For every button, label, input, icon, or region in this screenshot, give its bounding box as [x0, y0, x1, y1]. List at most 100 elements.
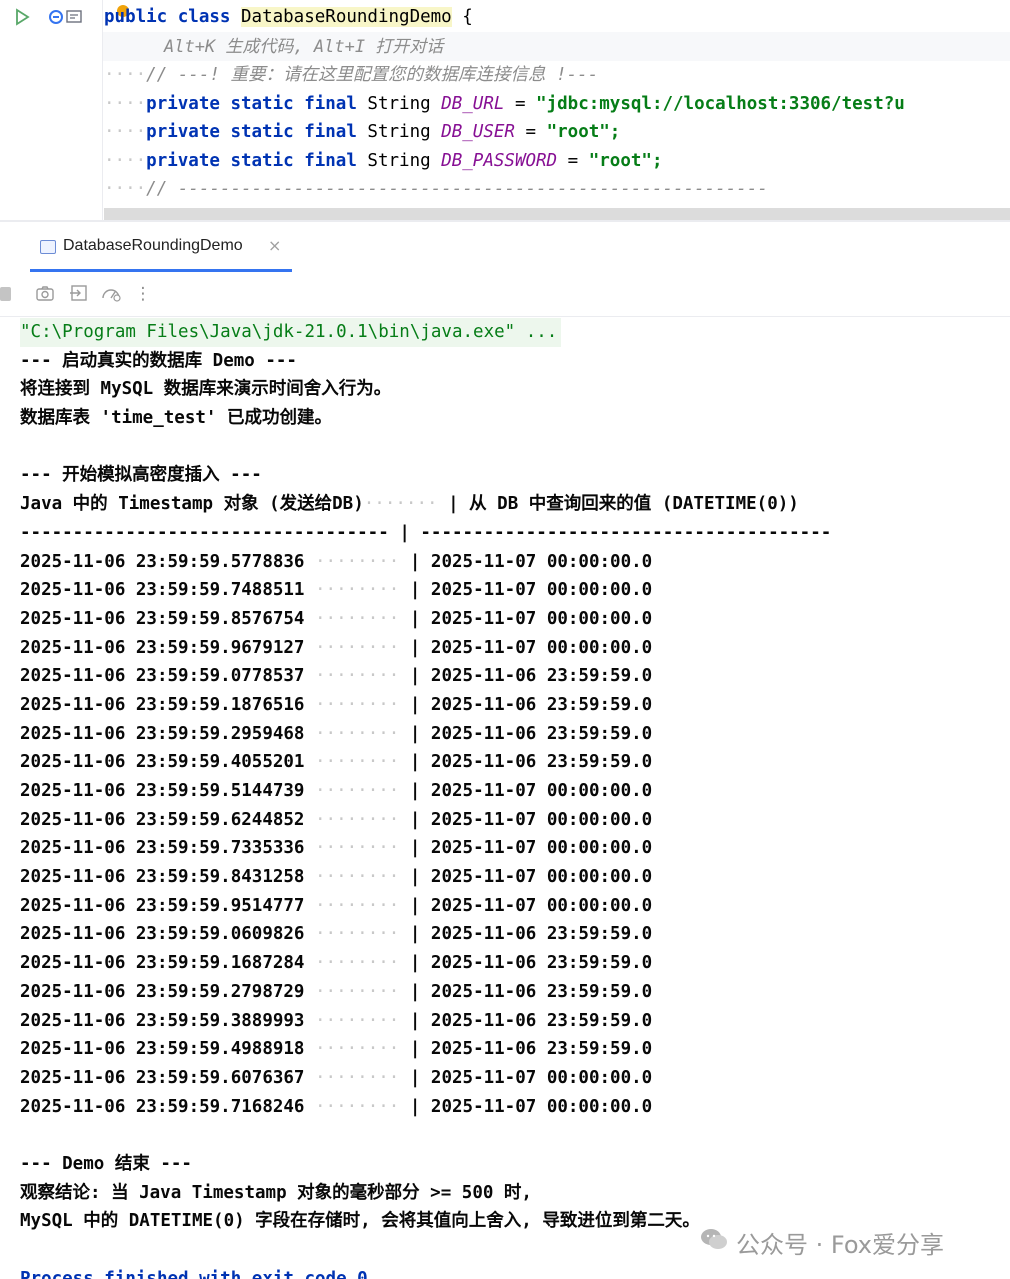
- implemented-icon[interactable]: [48, 8, 64, 31]
- table-row: 2025-11-06 23:59:59.4055201 ········ | 2…: [20, 752, 653, 773]
- more-icon[interactable]: ⋮: [132, 284, 154, 304]
- table-row: 2025-11-06 23:59:59.0609826 ········ | 2…: [20, 924, 653, 945]
- connect-message: 将连接到 MySQL 数据库来演示时间舍入行为。: [20, 379, 392, 400]
- table-row: 2025-11-06 23:59:59.4988918 ········ | 2…: [20, 1039, 653, 1060]
- db-datetime-cell: 2025-11-07 00:00:00.0: [430, 608, 653, 629]
- db-datetime-cell: 2025-11-06 23:59:59.0: [430, 924, 653, 945]
- db-datetime-cell: 2025-11-06 23:59:59.0: [430, 723, 653, 744]
- ai-hint-text: Alt+K 生成代码, Alt+I 打开对话: [164, 37, 444, 57]
- column-separator: |: [409, 1010, 431, 1031]
- table-row: 2025-11-06 23:59:59.9514777 ········ | 2…: [20, 895, 653, 916]
- column-separator: |: [409, 981, 431, 1002]
- column-separator: |: [409, 867, 431, 888]
- java-timestamp-cell: 2025-11-06 23:59:59.9679127: [20, 637, 305, 658]
- java-timestamp-cell: 2025-11-06 23:59:59.0778537: [20, 666, 305, 687]
- column-separator: |: [409, 953, 431, 974]
- java-timestamp-cell: 2025-11-06 23:59:59.0609826: [20, 924, 305, 945]
- java-timestamp-cell: 2025-11-06 23:59:59.5144739: [20, 781, 305, 801]
- java-timestamp-cell: 2025-11-06 23:59:59.7335336: [20, 838, 305, 859]
- close-icon[interactable]: ×: [268, 236, 281, 255]
- run-tab[interactable]: DatabaseRoundingDemo ×: [30, 222, 292, 272]
- column-separator: |: [409, 637, 431, 658]
- java-timestamp-cell: 2025-11-06 23:59:59.5778836: [20, 551, 305, 572]
- table-row: 2025-11-06 23:59:59.6076367 ········ | 2…: [20, 1067, 653, 1088]
- watermark-text: 公众号 · Fox爱分享: [736, 1231, 944, 1259]
- open-brace: {: [462, 7, 473, 27]
- db-datetime-cell: 2025-11-07 00:00:00.0: [430, 809, 653, 830]
- column-separator: |: [409, 608, 431, 629]
- table-row: 2025-11-06 23:59:59.7335336 ········ | 2…: [20, 838, 653, 859]
- table-rule: ----------------------------------- | --…: [20, 522, 832, 543]
- db-datetime-cell: 2025-11-07 00:00:00.0: [430, 580, 653, 601]
- end-banner: --- Demo 结束 ---: [20, 1153, 192, 1174]
- process-exit-message: Process finished with exit code 0: [20, 1268, 368, 1279]
- table-row: 2025-11-06 23:59:59.1876516 ········ | 2…: [20, 694, 653, 715]
- column-separator: |: [409, 1096, 431, 1117]
- watermark: 公众号 · Fox爱分享: [700, 1222, 1000, 1259]
- code-line-comment-config: ····// ---! 重要：请在这里配置您的数据库连接信息 !---: [104, 65, 599, 85]
- header-left: Java 中的 Timestamp 对象 (发送给DB): [20, 494, 364, 515]
- db-datetime-cell: 2025-11-07 00:00:00.0: [430, 1067, 653, 1088]
- restore-layout-icon[interactable]: [68, 284, 90, 304]
- table-row: 2025-11-06 23:59:59.3889993 ········ | 2…: [20, 1010, 653, 1031]
- code-line-comment-rule: ····// ---------------------------------…: [104, 179, 768, 199]
- java-timestamp-cell: 2025-11-06 23:59:59.9514777: [20, 895, 305, 916]
- table-row: 2025-11-06 23:59:59.8431258 ········ | 2…: [20, 867, 653, 888]
- run-gutter-icon[interactable]: [14, 8, 30, 31]
- column-separator: |: [409, 809, 431, 830]
- structure-icon[interactable]: [66, 8, 82, 31]
- column-separator: |: [409, 924, 431, 945]
- column-separator: |: [409, 694, 431, 715]
- column-separator: |: [409, 895, 431, 916]
- code-line-class-decl: public class DatabaseRoundingDemo {: [104, 3, 473, 31]
- table-row: 2025-11-06 23:59:59.7168246 ········ | 2…: [20, 1096, 653, 1117]
- table-created-message: 数据库表 'time_test' 已成功创建。: [20, 408, 332, 429]
- db-datetime-cell: 2025-11-06 23:59:59.0: [430, 981, 653, 1002]
- java-timestamp-cell: 2025-11-06 23:59:59.6244852: [20, 809, 305, 830]
- column-separator: |: [409, 666, 431, 687]
- profiler-icon[interactable]: [100, 284, 122, 304]
- db-datetime-cell: 2025-11-07 00:00:00.0: [430, 781, 653, 801]
- conclusion-line-1: 观察结论: 当 Java Timestamp 对象的毫秒部分 >= 500 时,: [20, 1182, 532, 1203]
- column-separator: |: [409, 551, 431, 572]
- db-datetime-cell: 2025-11-06 23:59:59.0: [430, 694, 653, 715]
- table-row: 2025-11-06 23:59:59.7488511 ········ | 2…: [20, 580, 653, 601]
- table-row: 2025-11-06 23:59:59.2959468 ········ | 2…: [20, 723, 653, 744]
- header-right: | 从 DB 中查询回来的值 (DATETIME(0)): [448, 494, 799, 515]
- db-datetime-cell: 2025-11-07 00:00:00.0: [430, 551, 653, 572]
- wechat-logo-icon: [701, 1229, 727, 1249]
- java-timestamp-cell: 2025-11-06 23:59:59.3889993: [20, 1010, 305, 1031]
- table-row: 2025-11-06 23:59:59.2798729 ········ | 2…: [20, 981, 653, 1002]
- db-datetime-cell: 2025-11-07 00:00:00.0: [430, 1096, 653, 1117]
- table-row: 2025-11-06 23:59:59.5144739 ········ | 2…: [20, 781, 653, 801]
- column-separator: |: [409, 723, 431, 744]
- code-area[interactable]: public class DatabaseRoundingDemo { Alt+…: [104, 0, 1010, 220]
- code-line-db-password: ····private static final String DB_PASSW…: [104, 151, 663, 171]
- table-row: 2025-11-06 23:59:59.1687284 ········ | 2…: [20, 953, 653, 974]
- code-line-db-url: ····private static final String DB_URL =…: [104, 94, 905, 114]
- console-output[interactable]: "C:\Program Files\Java\jdk-21.0.1\bin\ja…: [20, 318, 1010, 1279]
- table-row: 2025-11-06 23:59:59.8576754 ········ | 2…: [20, 608, 653, 629]
- run-tab-label: DatabaseRoundingDemo: [63, 237, 243, 254]
- editor-horizontal-scrollbar[interactable]: [104, 208, 1010, 220]
- db-datetime-cell: 2025-11-06 23:59:59.0: [430, 1039, 653, 1060]
- table-row: 2025-11-06 23:59:59.5778836 ········ | 2…: [20, 551, 653, 572]
- code-line-db-user: ····private static final String DB_USER …: [104, 122, 621, 142]
- editor-gutter: [0, 0, 103, 220]
- java-command-line[interactable]: "C:\Program Files\Java\jdk-21.0.1\bin\ja…: [20, 318, 562, 347]
- camera-icon[interactable]: [34, 284, 56, 304]
- class-name: DatabaseRoundingDemo: [241, 7, 452, 27]
- code-editor[interactable]: public class DatabaseRoundingDemo { Alt+…: [0, 0, 1010, 220]
- java-timestamp-cell: 2025-11-06 23:59:59.2798729: [20, 981, 305, 1002]
- table-header: Java 中的 Timestamp 对象 (发送给DB)······· | 从 …: [20, 494, 799, 515]
- run-toolbar: ⋮: [0, 272, 1010, 317]
- db-datetime-cell: 2025-11-06 23:59:59.0: [430, 1010, 653, 1031]
- stop-icon[interactable]: [0, 287, 11, 301]
- table-row: 2025-11-06 23:59:59.6244852 ········ | 2…: [20, 809, 653, 830]
- db-datetime-cell: 2025-11-07 00:00:00.0: [430, 895, 653, 916]
- column-separator: |: [409, 838, 431, 859]
- db-datetime-cell: 2025-11-07 00:00:00.0: [430, 637, 653, 658]
- db-datetime-cell: 2025-11-06 23:59:59.0: [430, 752, 653, 773]
- java-timestamp-cell: 2025-11-06 23:59:59.1876516: [20, 694, 305, 715]
